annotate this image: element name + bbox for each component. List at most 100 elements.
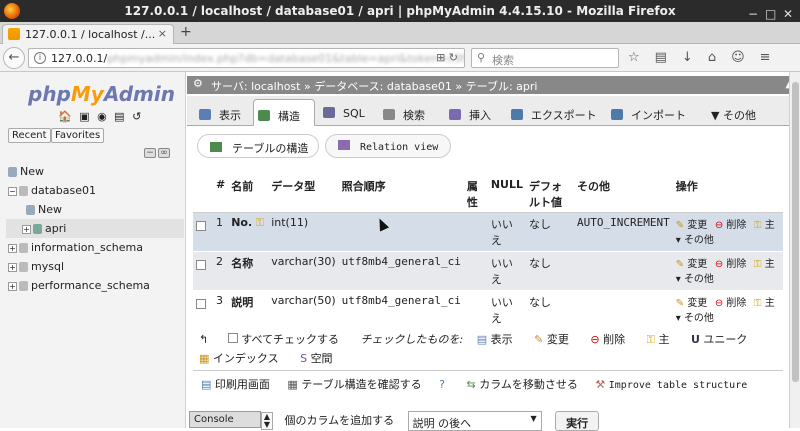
tab-structure[interactable]: 構造 (253, 99, 315, 126)
primary-link[interactable]: ⚿ 主 (754, 216, 775, 231)
sidebar-quick-icons[interactable]: 🏠 ▣ ◉ ▤ ↺ (58, 110, 143, 123)
relation-icon (338, 140, 350, 150)
tab-sql[interactable]: SQL (323, 99, 365, 126)
main-scrollbar[interactable] (789, 72, 800, 428)
column-type: varchar(30) (268, 251, 339, 291)
table-row[interactable]: 1 No. ⚿ int(11) いいえ なし AUTO_INCREMENT ✎ … (193, 212, 783, 252)
col-header-default[interactable]: デフォルト値 (526, 176, 575, 213)
recent-button[interactable]: Recent (8, 128, 51, 143)
bulk-change[interactable]: 変更 (547, 333, 569, 346)
collapse-link-controls[interactable]: − ∞ (144, 148, 172, 158)
propose-structure-link[interactable]: テーブル構造を確認する (301, 378, 421, 391)
gear-icon[interactable]: ⚙ (193, 77, 203, 90)
col-header-name[interactable]: 名前 (228, 176, 269, 213)
move-columns-link[interactable]: カラムを移動させる (479, 378, 578, 391)
column-extra: AUTO_INCREMENT (574, 212, 673, 252)
phpmyadmin-logo[interactable]: phpMyAdmin (28, 82, 175, 106)
check-all-checkbox[interactable] (227, 333, 238, 343)
row-checkbox[interactable] (196, 260, 206, 270)
browse-icon (199, 109, 211, 120)
row-checkbox[interactable] (196, 221, 206, 231)
tree-item-performance-schema[interactable]: + performance_schema (6, 276, 184, 295)
col-header-null[interactable]: NULL (487, 176, 527, 213)
breadcrumb-server[interactable]: サーバ: localhost (211, 80, 300, 93)
tab-more[interactable]: ▼ その他 (711, 99, 756, 126)
url-host: 127.0.0.1/ (51, 52, 108, 65)
tree-item-mysql[interactable]: + mysql (6, 257, 184, 276)
col-header-extra[interactable]: その他 (574, 176, 673, 213)
bulk-index[interactable]: インデックス (213, 352, 279, 365)
col-header-attributes[interactable]: 属性 (463, 176, 488, 213)
improve-structure-link[interactable]: Improve table structure (609, 380, 747, 391)
tree-item-database01[interactable]: − database01 (6, 181, 184, 200)
change-link[interactable]: ✎ 変更 (676, 294, 708, 309)
col-header-num[interactable]: # (213, 176, 229, 213)
reader-reload-icons[interactable]: ⊞ ↻ (436, 51, 458, 64)
column-type: int(11) (268, 212, 339, 252)
table-tabs: 表示 構造 SQL 検索 挿入 エクスポート インポート ▼ その他 (187, 96, 800, 126)
check-all-label[interactable]: すべてチェックする (241, 333, 339, 346)
toolbar-icons[interactable]: ☆▤↓⌂☺≡ (628, 50, 786, 65)
bulk-drop[interactable]: 削除 (603, 333, 625, 346)
change-link[interactable]: ✎ 変更 (676, 255, 708, 270)
breadcrumb-table[interactable]: テーブル: apri (466, 80, 538, 93)
drop-link[interactable]: ⊖ 削除 (715, 216, 747, 231)
favorites-button[interactable]: Favorites (51, 128, 105, 143)
scrollbar-thumb[interactable] (792, 82, 799, 382)
subtab-relation-view[interactable]: Relation view (325, 134, 451, 158)
tree-item-new[interactable]: New (6, 162, 184, 181)
database-icon (19, 243, 28, 253)
structure-icon (258, 110, 270, 121)
change-link[interactable]: ✎ 変更 (676, 216, 708, 231)
primary-link[interactable]: ⚿ 主 (754, 294, 775, 309)
table-row[interactable]: 2 名称 varchar(30) utf8mb4_general_ci いいえ … (193, 251, 783, 291)
go-button[interactable]: 実行 (555, 411, 600, 431)
table-row[interactable]: 3 説明 varchar(50) utf8mb4_general_ci いいえ … (193, 290, 783, 330)
browser-tab[interactable]: 127.0.0.1 / localhost /... × (2, 24, 174, 44)
url-bar[interactable]: i 127.0.0.1/phpmyadmin/index.php?db=data… (28, 48, 465, 68)
print-view-link[interactable]: 印刷用画面 (215, 378, 270, 391)
tab-browse[interactable]: 表示 (199, 99, 241, 126)
back-button[interactable]: ← (3, 47, 25, 69)
tab-import[interactable]: インポート (611, 99, 686, 126)
more-link[interactable]: ▾ その他 (676, 309, 714, 324)
bulk-primary[interactable]: 主 (658, 333, 669, 346)
position-select[interactable]: 説明 の後へ ▼ (407, 411, 542, 431)
firefox-icon (4, 3, 20, 19)
bulk-browse[interactable]: 表示 (491, 333, 513, 346)
more-link[interactable]: ▾ その他 (676, 231, 714, 246)
tab-search[interactable]: 検索 (383, 99, 425, 126)
key-icon: ⚿ (753, 298, 762, 309)
primary-link[interactable]: ⚿ 主 (754, 255, 775, 270)
more-link[interactable]: ▾ その他 (676, 270, 714, 285)
col-header-action: 操作 (672, 176, 783, 213)
breadcrumb-database[interactable]: データベース: database01 (314, 80, 452, 93)
search-input[interactable]: ⚲ 検索 (471, 48, 619, 68)
expand-icon: + (22, 224, 31, 234)
bulk-spatial[interactable]: 空間 (311, 352, 333, 365)
tree-item-apri[interactable]: + apri (6, 219, 184, 238)
subtab-table-structure[interactable]: テーブルの構造 (197, 134, 319, 158)
drop-link[interactable]: ⊖ 削除 (715, 294, 747, 309)
info-icon[interactable]: i (34, 52, 46, 64)
col-header-collation[interactable]: 照合順序 (338, 176, 464, 213)
arrow-up-left-icon: ↰ (199, 333, 209, 346)
row-checkbox[interactable] (196, 299, 206, 309)
tab-export[interactable]: エクスポート (511, 99, 597, 126)
console-toggle[interactable]: Console (189, 411, 261, 428)
collapse-all-icon: − (144, 148, 156, 158)
tree-item-information-schema[interactable]: + information_schema (6, 238, 184, 257)
unique-icon: U (690, 333, 700, 346)
bulk-unique[interactable]: ユニーク (703, 333, 747, 346)
drop-link[interactable]: ⊖ 削除 (715, 255, 747, 270)
move-columns-icon: ⇆ (466, 378, 476, 391)
search-icon: ⚲ (477, 51, 486, 64)
tree-item-table-new[interactable]: New (6, 200, 184, 219)
close-tab-icon[interactable]: × (158, 27, 167, 40)
tab-insert[interactable]: 挿入 (449, 99, 491, 126)
divider (193, 370, 783, 371)
propose-icon: ▦ (287, 378, 298, 391)
new-tab-button[interactable]: + (180, 24, 192, 40)
col-header-type[interactable]: データ型 (268, 176, 339, 213)
column-count-stepper[interactable]: ▲ ▼ (261, 412, 273, 430)
